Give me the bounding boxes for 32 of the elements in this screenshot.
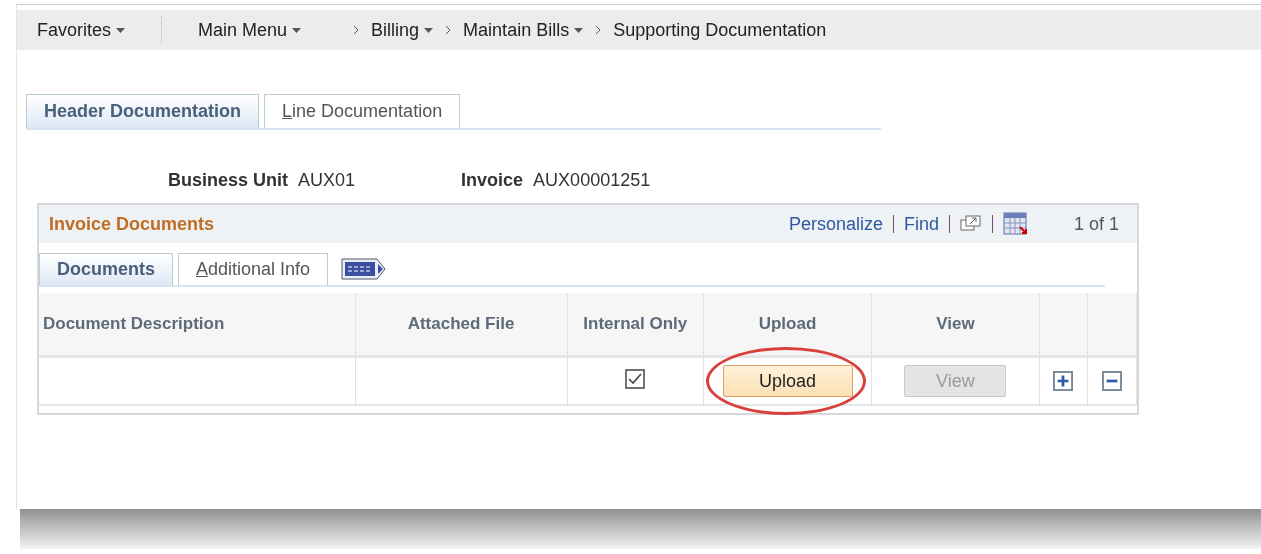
menu-dropdown[interactable]: Main Menu — [198, 19, 302, 41]
show-all-columns-icon[interactable] — [341, 257, 388, 281]
add-row-icon[interactable] — [1053, 371, 1074, 391]
column-header: Attached File — [407, 314, 515, 333]
new-window-icon[interactable] — [959, 215, 982, 233]
field-label: Invoice — [461, 170, 524, 191]
grid-link[interactable]: Personalize — [788, 213, 883, 235]
field-label: Business Unit — [168, 170, 289, 191]
column-header: Internal Only — [583, 314, 688, 333]
checkbox[interactable] — [625, 369, 646, 389]
breadcrumb-link[interactable]: Billing — [371, 19, 434, 41]
grid-tab[interactable]: Documents — [39, 253, 173, 285]
chevron-icon — [445, 25, 452, 35]
column-header: Document Description — [43, 314, 225, 333]
upload-button[interactable]: Upload — [722, 365, 853, 397]
page-tab[interactable]: Header Documentation — [26, 94, 260, 128]
field-value: AUX00001251 — [533, 170, 651, 191]
page-tab[interactable]: Line Documentation — [264, 94, 461, 128]
grid-link[interactable]: Find — [903, 213, 939, 235]
column-header: View — [936, 314, 975, 333]
row-count: 1 of 1 — [1073, 213, 1119, 235]
chevron-icon — [595, 25, 602, 35]
column-header: Upload — [758, 314, 817, 333]
grid-title: Invoice Documents — [49, 213, 216, 235]
field-value: AUX01 — [298, 170, 356, 191]
breadcrumb-link[interactable]: Maintain Bills — [463, 19, 584, 41]
chevron-icon — [353, 25, 360, 35]
menu-dropdown[interactable]: Favorites — [37, 19, 126, 41]
grid-tab[interactable]: Additional Info — [178, 253, 329, 285]
spreadsheet-icon[interactable] — [1002, 212, 1029, 236]
delete-row-icon[interactable] — [1101, 371, 1122, 391]
breadcrumb-link[interactable]: Supporting Documentation — [613, 19, 827, 41]
